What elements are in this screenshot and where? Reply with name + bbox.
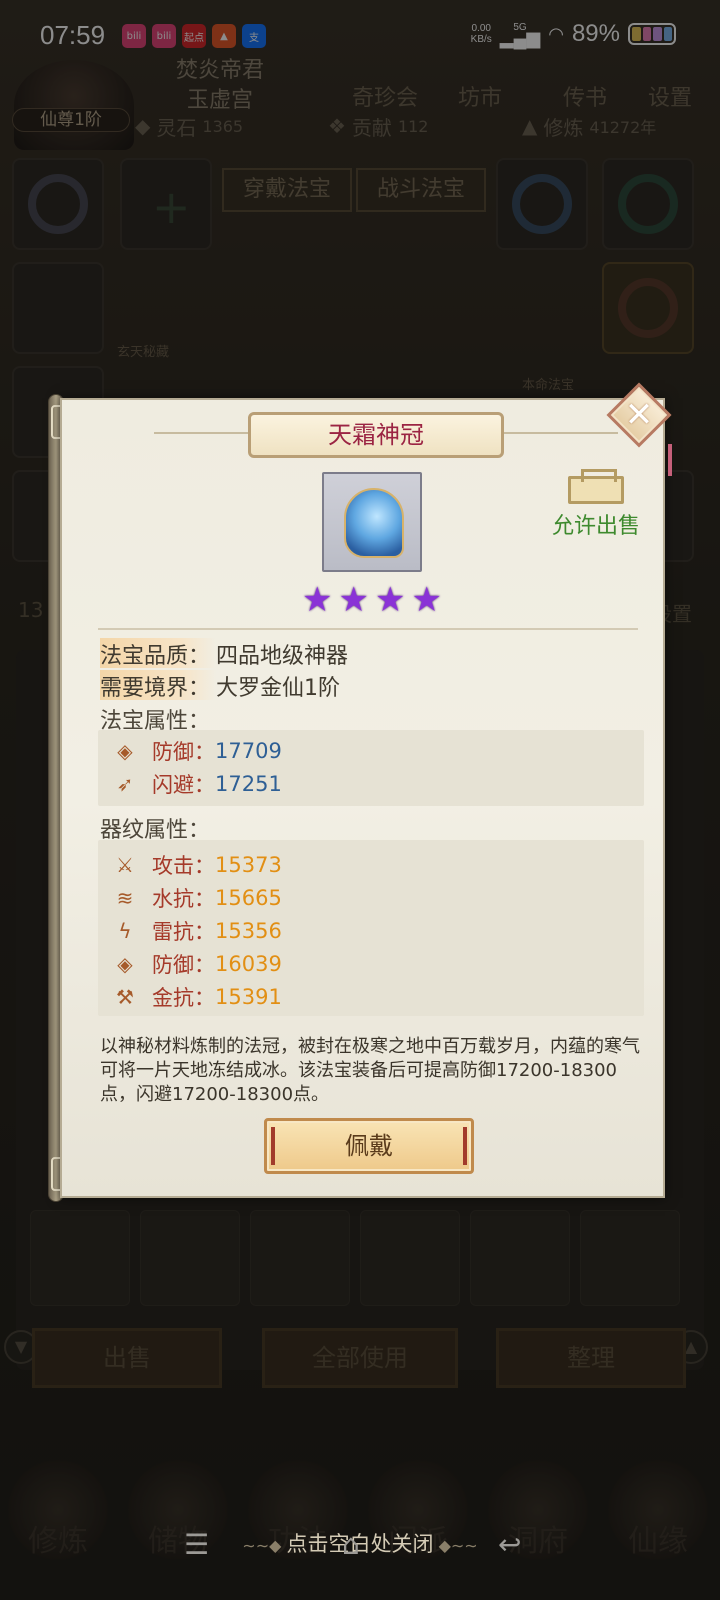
stat-value: 15373 xyxy=(215,853,282,877)
dodge-icon: ➶ xyxy=(116,772,134,796)
close-hint: ∼∼◆ 点击空白处关闭 ◆∼∼ xyxy=(242,1532,478,1556)
stat-row: ⚒ 金抗： 15391 xyxy=(112,982,282,1012)
quality-row: 法宝品质： 四品地级神器 xyxy=(100,638,349,669)
stat-row: ⚔ 攻击： 15373 xyxy=(112,850,282,880)
stat-name: 防御： xyxy=(152,953,215,977)
stat-value: 15391 xyxy=(215,985,282,1009)
item-description: 以神秘材料炼制的法冠，被封在极寒之地中百万载岁月，内蕴的寒气可将一片天地冻结成冰… xyxy=(100,1036,640,1105)
stat-row: ➶ 闪避： 17251 xyxy=(112,769,282,799)
item-title: 天霜神冠 xyxy=(248,412,504,458)
star-rating: ★ ★ ★ ★ xyxy=(302,582,442,618)
stat-name: 攻击： xyxy=(152,854,215,878)
divider xyxy=(98,628,638,630)
home-icon[interactable]: ⌂ xyxy=(342,1528,360,1561)
realm-label: 需要境界： xyxy=(100,670,217,701)
stat-name: 雷抗： xyxy=(152,920,215,944)
rune-stats-box: ⚔ 攻击： 15373 ≋ 水抗： 15665 ϟ 雷抗： 15356 ◈ 防御： 16039 ⚒ 金抗：… xyxy=(98,840,644,1016)
dialog-paper: 天霜神冠 ★ ★ ★ ★ 允许出售 法宝品质： 四品地级神器 需要境界： 大罗金仙1阶… xyxy=(60,398,665,1198)
stat-row: ◈ 防御： 16039 xyxy=(112,949,282,979)
stat-row: ◈ 防御： 17709 xyxy=(112,736,282,766)
sell-status: 允许出售 xyxy=(551,514,640,539)
stat-value: 15665 xyxy=(215,886,282,910)
realm-row: 需要境界： 大罗金仙1阶 xyxy=(100,670,341,701)
metal-icon: ⚒ xyxy=(116,985,134,1009)
equip-button[interactable]: 佩戴 xyxy=(264,1118,474,1174)
recent-apps-icon[interactable]: ☰ xyxy=(184,1528,209,1561)
back-icon[interactable]: ↩ xyxy=(498,1528,521,1561)
quality-value: 四品地级神器 xyxy=(216,644,349,669)
realm-value: 大罗金仙1阶 xyxy=(216,676,341,701)
stat-value: 15356 xyxy=(215,919,282,943)
tassel-decoration xyxy=(668,444,672,476)
stat-name: 金抗： xyxy=(152,986,215,1010)
title-ornament-right xyxy=(498,432,618,434)
close-icon[interactable]: ✕ xyxy=(622,394,656,436)
stat-value: 16039 xyxy=(215,952,282,976)
flourish-left-icon: ∼∼◆ xyxy=(242,1536,287,1555)
title-ornament-left xyxy=(154,432,254,434)
stat-value: 17251 xyxy=(215,772,282,796)
armor-icon: ◈ xyxy=(117,952,133,976)
star-icon: ★ xyxy=(411,580,442,620)
sell-allowed-icon xyxy=(568,469,624,504)
stat-row: ϟ 雷抗： 15356 xyxy=(112,916,282,946)
attack-icon: ⚔ xyxy=(116,853,134,877)
armor-icon: ◈ xyxy=(117,739,133,763)
item-detail-dialog: 天霜神冠 ★ ★ ★ ★ 允许出售 法宝品质： 四品地级神器 需要境界： 大罗金仙1阶… xyxy=(48,382,672,1208)
star-icon: ★ xyxy=(375,580,406,620)
base-stats-box: ◈ 防御： 17709 ➶ 闪避： 17251 xyxy=(98,730,644,806)
stat-value: 17709 xyxy=(215,739,282,763)
star-icon: ★ xyxy=(338,580,369,620)
star-icon: ★ xyxy=(302,580,333,620)
thunder-icon: ϟ xyxy=(118,919,132,943)
flourish-right-icon: ◆∼∼ xyxy=(433,1536,478,1555)
stat-row: ≋ 水抗： 15665 xyxy=(112,883,282,913)
water-icon: ≋ xyxy=(116,886,134,910)
crown-icon xyxy=(344,488,404,558)
quality-label: 法宝品质： xyxy=(100,638,217,669)
stat-name: 闪避： xyxy=(152,773,215,797)
item-icon-frame xyxy=(322,472,422,572)
stat-name: 水抗： xyxy=(152,887,215,911)
stat-name: 防御： xyxy=(152,740,215,764)
